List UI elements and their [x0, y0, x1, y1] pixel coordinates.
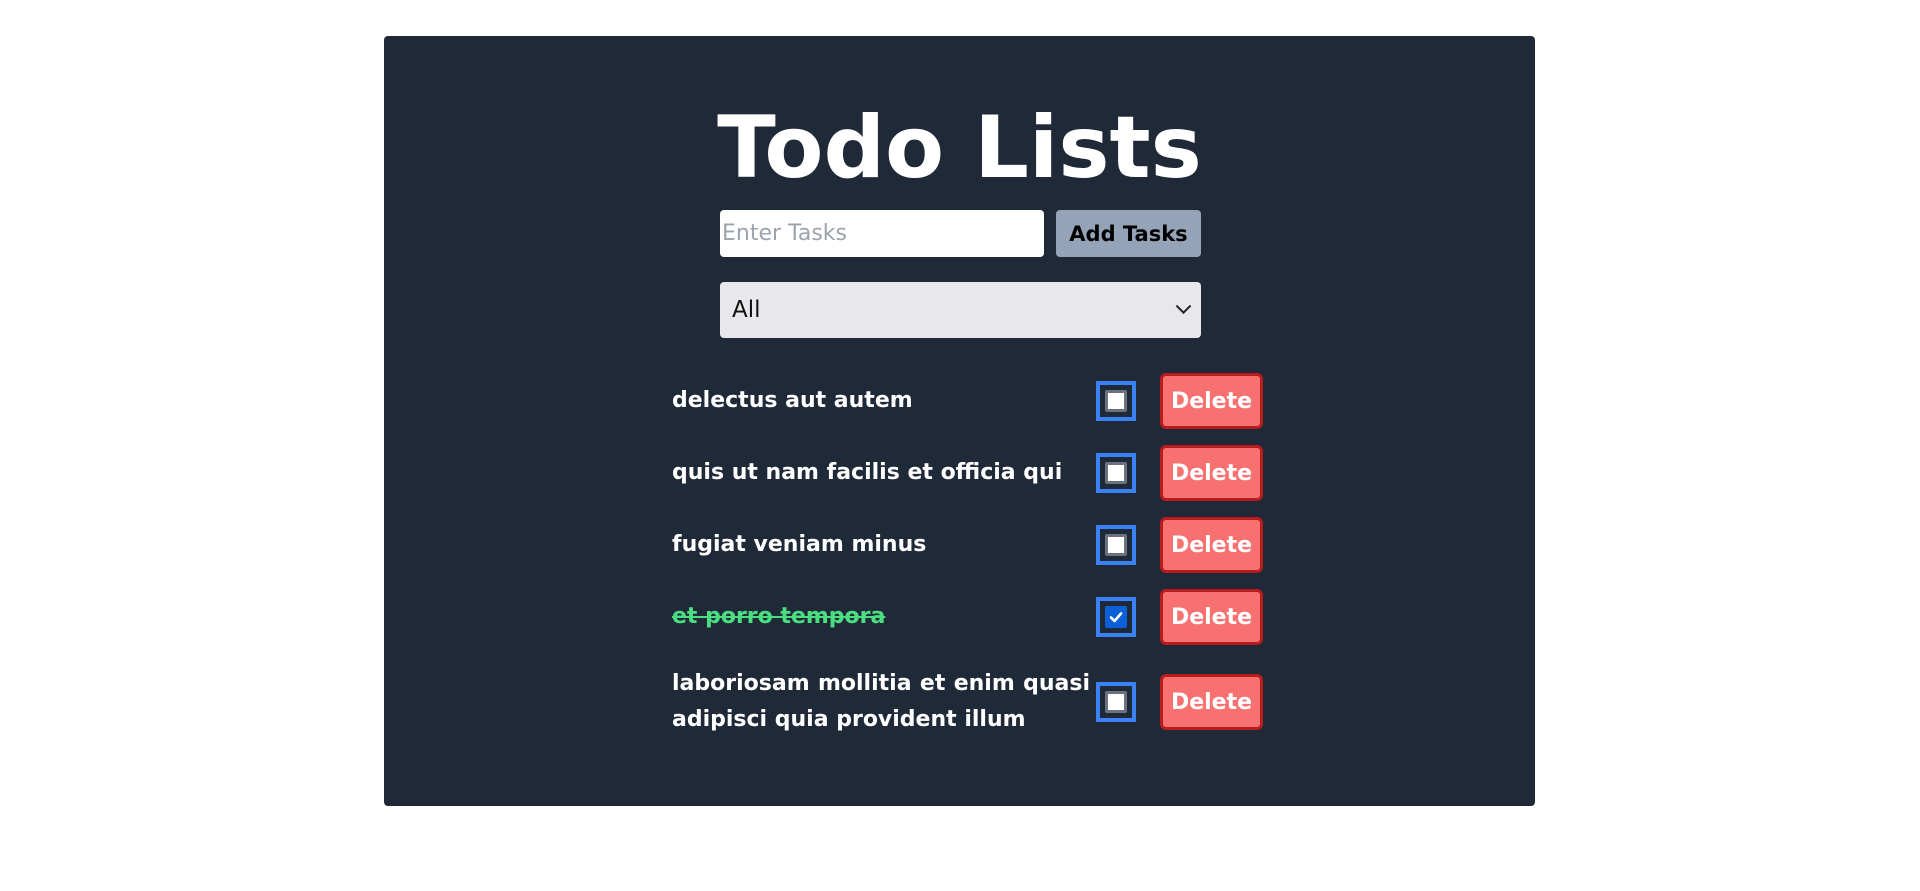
- delete-button[interactable]: Delete: [1160, 445, 1263, 501]
- checkbox-inner: [1105, 691, 1127, 713]
- todo-item: laboriosam mollitia et enim quasi adipis…: [672, 663, 1263, 741]
- todo-panel: Todo Lists Add Tasks All delectus aut au…: [384, 36, 1535, 806]
- todo-item: fugiat veniam minus Delete: [672, 516, 1263, 574]
- add-tasks-button[interactable]: Add Tasks: [1056, 210, 1201, 257]
- checkbox-inner: [1105, 462, 1127, 484]
- todo-text: fugiat veniam minus: [672, 532, 927, 557]
- todo-text: laboriosam mollitia et enim quasi adipis…: [672, 671, 1090, 732]
- checkbox-inner: [1105, 390, 1127, 412]
- checkbox-inner: [1105, 606, 1127, 628]
- todo-checkbox[interactable]: [1096, 597, 1136, 637]
- chevron-down-icon: [1175, 297, 1192, 314]
- todo-checkbox[interactable]: [1096, 682, 1136, 722]
- page-title: Todo Lists: [717, 98, 1202, 198]
- todo-item: delectus aut autem Delete: [672, 372, 1263, 430]
- todo-text: quis ut nam facilis et officia qui: [672, 460, 1063, 485]
- filter-selected-value: All: [732, 297, 761, 323]
- checkmark-icon: [1109, 612, 1123, 623]
- delete-button[interactable]: Delete: [1160, 589, 1263, 645]
- delete-button[interactable]: Delete: [1160, 373, 1263, 429]
- todo-checkbox[interactable]: [1096, 525, 1136, 565]
- delete-button[interactable]: Delete: [1160, 517, 1263, 573]
- todo-item: quis ut nam facilis et officia qui Delet…: [672, 444, 1263, 502]
- todo-checkbox[interactable]: [1096, 381, 1136, 421]
- todo-text: delectus aut autem: [672, 388, 913, 413]
- todo-item: et porro tempora Delete: [672, 588, 1263, 646]
- checkbox-inner: [1105, 534, 1127, 556]
- todo-checkbox[interactable]: [1096, 453, 1136, 493]
- todo-text: et porro tempora: [672, 604, 886, 629]
- task-input[interactable]: [720, 210, 1044, 257]
- filter-select[interactable]: All: [720, 282, 1201, 338]
- delete-button[interactable]: Delete: [1160, 674, 1263, 730]
